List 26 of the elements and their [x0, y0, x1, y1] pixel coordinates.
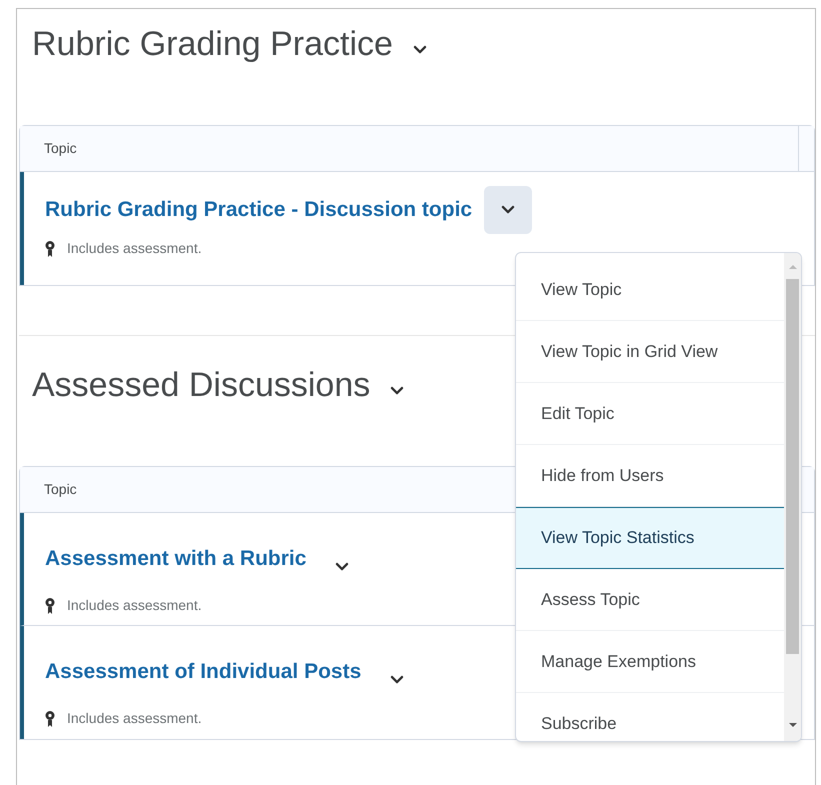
topic-menu-button[interactable]: [484, 186, 532, 234]
award-icon: [45, 710, 55, 726]
chevron-down-icon: [335, 562, 350, 572]
award-icon: [45, 598, 55, 614]
topic-link[interactable]: Rubric Grading Practice - Discussion topic: [45, 194, 472, 226]
menu-item[interactable]: View Topic Statistics: [516, 507, 784, 569]
scroll-up-icon[interactable]: [788, 265, 796, 269]
column-header: Topic: [43, 480, 77, 499]
scroll-thumb[interactable]: [786, 279, 799, 654]
scrollbar[interactable]: [784, 253, 801, 741]
scroll-down-icon[interactable]: [788, 723, 796, 727]
section-title: Assessed Discussions: [32, 364, 370, 406]
section-menu-button[interactable]: [412, 45, 427, 55]
section-title: Rubric Grading Practice: [32, 24, 393, 64]
chevron-down-icon: [501, 205, 516, 215]
assessment-note: Includes assessment.: [67, 239, 202, 258]
column-header: Topic: [43, 139, 77, 158]
chevron-down-icon: [390, 675, 404, 685]
topic-link[interactable]: Assessment of Individual Posts: [45, 656, 362, 688]
topic-link[interactable]: Assessment with a Rubric: [45, 543, 306, 575]
section-menu-button[interactable]: [390, 386, 404, 396]
assessment-note: Includes assessment.: [67, 596, 202, 615]
chevron-down-icon: [412, 45, 427, 55]
assessment-note: Includes assessment.: [67, 709, 202, 728]
chevron-down-icon: [390, 386, 404, 396]
award-icon: [45, 240, 55, 256]
